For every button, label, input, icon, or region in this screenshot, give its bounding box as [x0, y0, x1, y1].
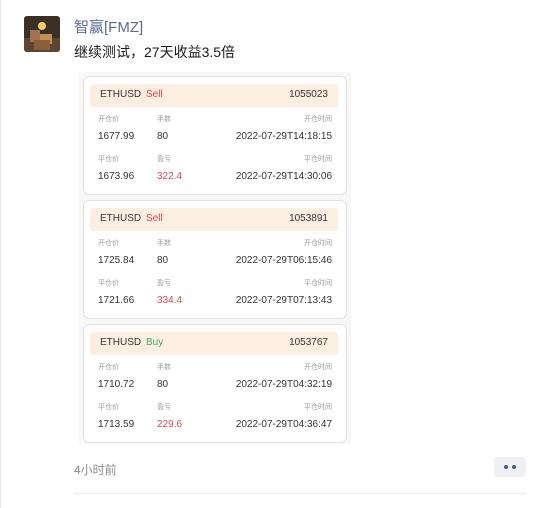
open-price-label: 开仓价 [98, 116, 119, 123]
order-symbol: ETHUSD [100, 337, 142, 348]
pnl-label: 盈亏 [157, 404, 171, 411]
close-price-value: 1713.59 [98, 419, 135, 430]
divider [74, 493, 526, 494]
quantity-label: 手数 [157, 240, 171, 247]
close-time-value: 2022-07-29T07:13:43 [235, 295, 332, 306]
order-symbol: ETHUSD [100, 89, 142, 100]
order-card: ETHUSD Sell 1053891 开仓价 手数 开仓时间 1725.84 … [83, 200, 347, 319]
close-time-label: 平仓时间 [304, 156, 332, 163]
open-time-value: 2022-07-29T04:32:19 [235, 379, 332, 390]
open-time-label: 开仓时间 [304, 364, 332, 371]
quantity-value: 80 [157, 131, 169, 142]
order-side: Sell [146, 89, 163, 100]
pnl-value: 229.6 [157, 419, 183, 430]
pnl-label: 盈亏 [157, 156, 171, 163]
order-card-header: ETHUSD Sell 1055023 [90, 84, 338, 107]
close-time-label: 平仓时间 [304, 280, 332, 287]
close-price-label: 平仓价 [98, 404, 119, 411]
order-symbol: ETHUSD [100, 213, 142, 224]
more-dots-icon [512, 465, 516, 469]
pnl-value: 322.4 [157, 171, 183, 182]
order-card-header: ETHUSD Sell 1053891 [90, 208, 338, 231]
more-dots-icon [504, 465, 508, 469]
close-price-value: 1673.96 [98, 171, 135, 182]
quantity-value: 80 [157, 379, 169, 390]
order-card: ETHUSD Buy 1053767 开仓价 手数 开仓时间 1710.72 8… [83, 324, 347, 443]
quantity-label: 手数 [157, 364, 171, 371]
pnl-value: 334.4 [157, 295, 183, 306]
order-number: 1055023 [289, 89, 328, 100]
order-card: ETHUSD Sell 1055023 开仓价 手数 开仓时间 1677.99 … [83, 76, 347, 195]
order-number: 1053891 [289, 213, 328, 224]
open-price-value: 1725.84 [98, 255, 135, 266]
open-price-value: 1677.99 [98, 131, 135, 142]
order-card-header: ETHUSD Buy 1053767 [90, 332, 338, 355]
open-time-value: 2022-07-29T06:15:46 [235, 255, 332, 266]
open-price-label: 开仓价 [98, 364, 119, 371]
more-options-button[interactable] [494, 457, 526, 477]
left-border [0, 0, 1, 508]
close-time-label: 平仓时间 [304, 404, 332, 411]
post-timestamp: 4小时前 [74, 463, 117, 477]
username[interactable]: 智赢[FMZ] [74, 16, 143, 37]
order-side: Buy [146, 337, 164, 348]
open-time-label: 开仓时间 [304, 116, 332, 123]
avatar-image-icon [24, 16, 60, 52]
quantity-label: 手数 [157, 116, 171, 123]
order-number: 1053767 [289, 337, 328, 348]
open-time-value: 2022-07-29T14:18:15 [235, 131, 332, 142]
close-time-value: 2022-07-29T04:36:47 [235, 419, 332, 430]
open-price-value: 1710.72 [98, 379, 135, 390]
post-message: 继续测试，27天收益3.5倍 [74, 44, 236, 60]
pnl-label: 盈亏 [157, 280, 171, 287]
close-price-label: 平仓价 [98, 280, 119, 287]
quantity-value: 80 [157, 255, 169, 266]
open-price-label: 开仓价 [98, 240, 119, 247]
close-price-label: 平仓价 [98, 156, 119, 163]
avatar[interactable] [24, 16, 60, 52]
order-side: Sell [146, 213, 163, 224]
close-price-value: 1721.66 [98, 295, 135, 306]
close-time-value: 2022-07-29T14:30:06 [235, 171, 332, 182]
open-time-label: 开仓时间 [304, 240, 332, 247]
